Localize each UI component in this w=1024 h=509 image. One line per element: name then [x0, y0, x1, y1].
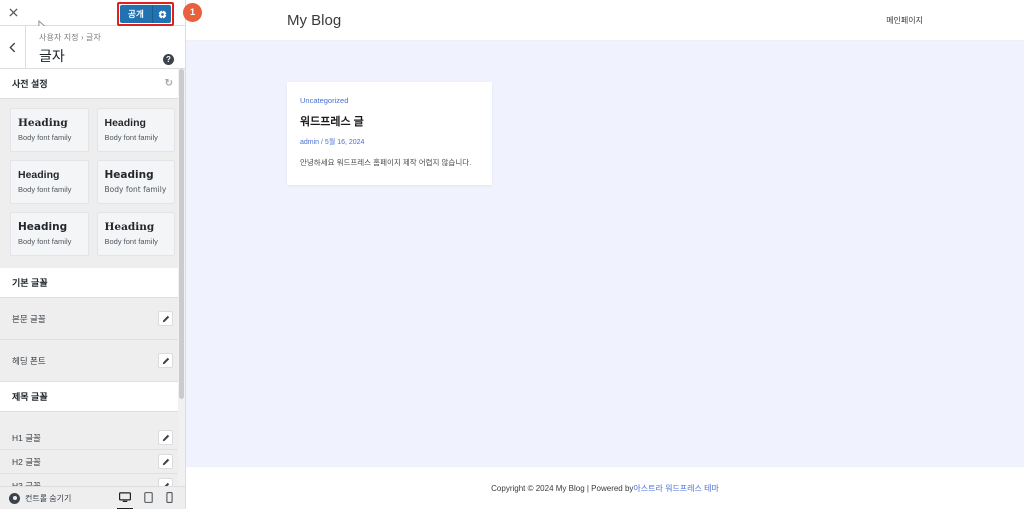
pencil-icon [162, 434, 169, 441]
preset-heading-sample: Heading [18, 169, 60, 182]
preset-heading-sample: Heading [18, 221, 68, 234]
publish-settings-button[interactable] [152, 5, 171, 23]
preset-heading-sample: Heading [18, 117, 68, 129]
site-main-content: Uncategorized 워드프레스 글 admin / 5월 16, 202… [186, 41, 1024, 466]
post-author-link[interactable]: admin [300, 139, 319, 146]
option-label: H2 글꼴 [12, 456, 41, 467]
footer-theme-link[interactable]: 아스트라 워드프레스 테마 [633, 483, 718, 494]
breadcrumb: 사용자 지정 › 글자 [39, 33, 101, 42]
edit-button[interactable] [158, 311, 173, 327]
publish-button[interactable]: 공개 [119, 5, 152, 23]
option-label: 헤딩 폰트 [12, 355, 46, 366]
device-preview-switcher [117, 491, 176, 509]
post-category-link[interactable]: Uncategorized [300, 96, 479, 105]
pencil-icon [162, 315, 169, 322]
preset-card[interactable]: Heading Body font family [10, 212, 89, 257]
post-card: Uncategorized 워드프레스 글 admin / 5월 16, 202… [287, 82, 492, 186]
site-title[interactable]: My Blog [287, 12, 341, 29]
preset-body-sample: Body font family [104, 185, 167, 195]
section-title-base-fonts: 기본 글꼴 [12, 278, 48, 289]
option-row-h1-font[interactable]: H1 글꼴 [0, 426, 185, 451]
device-desktop-button[interactable] [117, 491, 133, 509]
post-meta: admin / 5월 16, 2024 [300, 137, 479, 147]
option-row-h2-font[interactable]: H2 글꼴 [0, 450, 185, 475]
preset-heading-sample: Heading [104, 117, 146, 129]
nav-link-home[interactable]: 메인페이지 [886, 15, 923, 26]
publish-highlight-box: 공개 [116, 2, 174, 26]
hide-controls-icon [9, 492, 20, 504]
hide-controls-button[interactable]: 컨트롤 숨기기 [9, 492, 72, 504]
preset-card[interactable]: Heading Body font family [96, 108, 175, 153]
edit-button[interactable] [158, 454, 173, 470]
help-icon[interactable]: ? [163, 54, 174, 65]
sidebar-scroll-body: 사전 설정 ↻ Heading Body font family Heading… [0, 69, 185, 486]
panel-header-text: 사용자 지정 › 글자 글자 [26, 26, 185, 68]
preset-body-sample: Body font family [104, 133, 158, 143]
section-title-presets: 사전 설정 [12, 79, 48, 89]
desktop-icon [119, 491, 131, 502]
option-row-body-font[interactable]: 본문 글꼴 [0, 298, 185, 341]
close-customizer-button[interactable] [0, 0, 26, 26]
section-header-heading-fonts: 제목 글꼴 [0, 382, 185, 413]
preset-card[interactable]: Heading Body font family [96, 160, 175, 205]
sidebar-scrollbar-track[interactable] [178, 69, 185, 486]
customizer-sidebar: 공개 사용자 지정 › 글자 글자 ? 사전 설정 ↻ Heading Body… [0, 0, 186, 509]
post-date: 5월 16, 2024 [324, 139, 365, 146]
post-excerpt: 안녕하세요 워드프레스 홈페이지 제작 어렵지 않습니다. [300, 158, 472, 167]
step-badge-1: 1 [183, 3, 202, 22]
preset-heading-sample: Heading [104, 169, 154, 182]
tablet-icon [144, 491, 153, 503]
section-header-base-fonts: 기본 글꼴 [0, 268, 185, 299]
option-label: H1 글꼴 [12, 432, 41, 443]
font-presets-grid: Heading Body font family Heading Body fo… [0, 99, 185, 269]
preset-card[interactable]: Heading Body font family [10, 160, 89, 205]
device-mobile-button[interactable] [166, 491, 173, 505]
sidebar-scrollbar-thumb[interactable] [179, 69, 184, 399]
pencil-icon [162, 357, 169, 364]
chevron-left-icon [9, 42, 16, 52]
section-title-heading-fonts: 제목 글꼴 [12, 392, 48, 403]
customizer-app: 공개 사용자 지정 › 글자 글자 ? 사전 설정 ↻ Heading Body… [0, 0, 1024, 509]
gear-icon [157, 9, 167, 19]
preset-card[interactable]: Heading Body font family [10, 108, 89, 153]
hide-controls-label: 컨트롤 숨기기 [25, 493, 72, 503]
section-header-presets: 사전 설정 ↻ [0, 69, 185, 99]
option-label: 본문 글꼴 [12, 313, 46, 324]
post-title-link[interactable]: 워드프레스 글 [300, 113, 479, 129]
option-row-heading-font[interactable]: 헤딩 폰트 [0, 340, 185, 383]
preset-card[interactable]: Heading Body font family [96, 212, 175, 257]
sidebar-footer: 컨트롤 숨기기 [0, 486, 185, 509]
option-row-h3-font[interactable]: H3 글꼴 [0, 474, 185, 486]
edit-button[interactable] [158, 430, 173, 446]
preset-heading-sample: Heading [104, 221, 155, 234]
site-footer: Copyright © 2024 My Blog | Powered by 아스… [186, 466, 1024, 509]
panel-back-button[interactable] [0, 26, 26, 68]
sidebar-topbar: 공개 [0, 0, 185, 33]
site-preview-frame: My Blog 메인페이지 Uncategorized 워드프레스 글 admi… [186, 0, 1024, 509]
pencil-icon [162, 458, 169, 465]
device-tablet-button[interactable] [144, 491, 153, 505]
preset-body-sample: Body font family [18, 185, 72, 195]
close-icon [8, 8, 18, 17]
footer-copyright-text: Copyright © 2024 My Blog | Powered by [491, 483, 634, 493]
preset-body-sample: Body font family [18, 237, 72, 247]
preset-body-sample: Body font family [18, 133, 72, 143]
site-header: My Blog 메인페이지 [186, 0, 1024, 41]
edit-button[interactable] [158, 353, 173, 369]
panel-header: 사용자 지정 › 글자 글자 ? [0, 26, 185, 69]
reset-icon[interactable]: ↻ [165, 78, 173, 89]
edit-button[interactable] [158, 478, 173, 486]
mobile-icon [166, 491, 173, 503]
preset-body-sample: Body font family [104, 237, 158, 247]
